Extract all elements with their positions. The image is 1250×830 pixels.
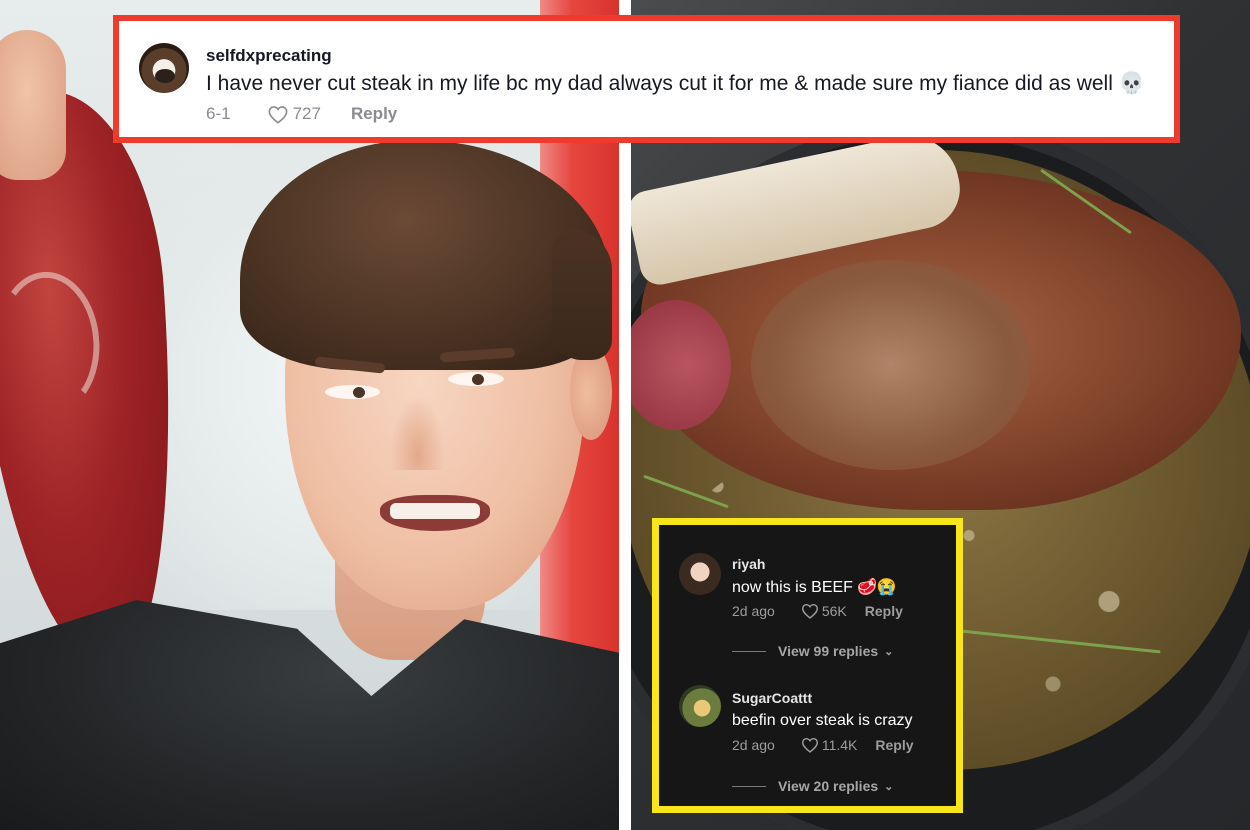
teeth bbox=[390, 503, 480, 519]
dark-comments-card: riyah now this is BEEF 🥩😭 2d ago 56K Repl… bbox=[652, 518, 963, 813]
heart-icon[interactable] bbox=[801, 737, 819, 753]
comment-meta: 2d ago 11.4K Reply bbox=[732, 737, 914, 753]
skull-icon: 💀 bbox=[1118, 72, 1145, 95]
left-eye bbox=[325, 385, 380, 399]
chevron-down-icon: ⌄ bbox=[884, 645, 894, 658]
right-iris bbox=[472, 374, 484, 385]
hair-side bbox=[552, 230, 612, 360]
black-shirt bbox=[0, 600, 619, 830]
like-button[interactable]: 11.4K bbox=[801, 737, 858, 753]
comment-date: 2d ago bbox=[732, 603, 775, 619]
view-replies-label: View 20 replies bbox=[778, 778, 879, 794]
view-replies-button[interactable]: View 20 replies ⌄ bbox=[732, 778, 893, 794]
reply-button[interactable]: Reply bbox=[351, 104, 397, 124]
dog-snout bbox=[155, 69, 175, 83]
comment-text-body: now this is BEEF bbox=[732, 579, 853, 596]
comment-username[interactable]: riyah bbox=[732, 556, 765, 572]
like-button[interactable]: 727 bbox=[267, 104, 321, 124]
steak-fat bbox=[0, 268, 105, 418]
divider bbox=[732, 785, 766, 787]
comment-username[interactable]: selfdxprecating bbox=[206, 46, 332, 66]
nose bbox=[390, 395, 445, 470]
hand bbox=[0, 30, 66, 180]
reply-button[interactable]: Reply bbox=[875, 737, 913, 753]
comment-text: now this is BEEF 🥩😭 bbox=[732, 577, 897, 597]
like-button[interactable]: 56K bbox=[801, 603, 847, 619]
right-eye bbox=[448, 372, 504, 386]
comment-text-body: I have never cut steak in my life bc my … bbox=[206, 72, 1113, 95]
divider bbox=[732, 650, 766, 652]
comment-text: beefin over steak is crazy bbox=[732, 712, 913, 729]
comment-date: 2d ago bbox=[732, 737, 775, 753]
heart-icon[interactable] bbox=[267, 105, 289, 124]
comment-username[interactable]: SugarCoattt bbox=[732, 690, 812, 706]
top-comment-card: selfdxprecating I have never cut steak i… bbox=[113, 15, 1180, 143]
reply-button[interactable]: Reply bbox=[865, 603, 903, 619]
heart-icon[interactable] bbox=[801, 603, 819, 619]
sear-marks bbox=[751, 260, 1031, 470]
comment-meta: 2d ago 56K Reply bbox=[732, 603, 903, 619]
left-iris bbox=[353, 387, 365, 398]
comment-meta: 6-1 727 Reply bbox=[206, 104, 397, 124]
like-count: 56K bbox=[821, 603, 847, 619]
view-replies-button[interactable]: View 99 replies ⌄ bbox=[732, 643, 893, 659]
comment-date: 6-1 bbox=[206, 104, 231, 123]
view-replies-label: View 99 replies bbox=[778, 643, 879, 659]
like-count: 727 bbox=[292, 104, 321, 123]
like-count: 11.4K bbox=[821, 737, 858, 753]
chevron-down-icon: ⌄ bbox=[884, 780, 894, 793]
avatar[interactable] bbox=[679, 553, 721, 595]
grimacing-mouth bbox=[380, 495, 490, 531]
avatar[interactable] bbox=[139, 43, 189, 93]
comment-text: I have never cut steak in my life bc my … bbox=[206, 72, 1145, 96]
avatar[interactable] bbox=[679, 685, 721, 727]
steak-crying-emoji-icon: 🥩😭 bbox=[856, 579, 897, 596]
